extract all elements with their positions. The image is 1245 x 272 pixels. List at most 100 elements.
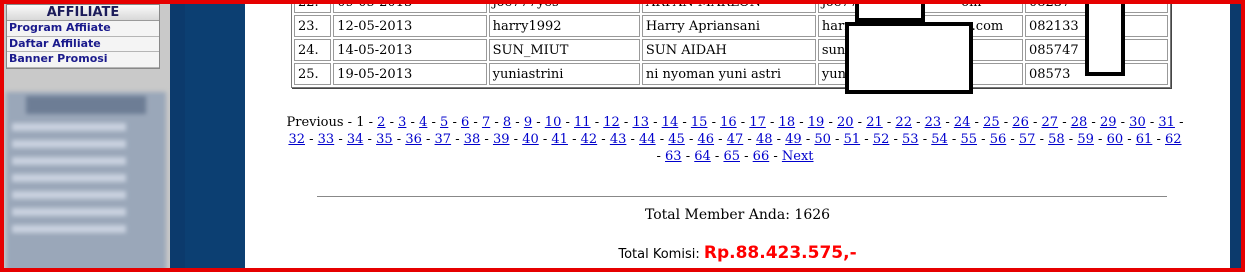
pagination-page-link[interactable]: 34	[347, 132, 364, 147]
pagination-page-link[interactable]: 46	[698, 132, 715, 147]
pagination-page-link[interactable]: 3	[398, 115, 406, 130]
pagination-page-link[interactable]: 42	[581, 132, 598, 147]
pagination-page-link[interactable]: 60	[1107, 132, 1124, 147]
sidebar-item-banner-promosi[interactable]: Banner Promosi	[7, 52, 159, 68]
pagination-page-link[interactable]: 28	[1071, 115, 1088, 130]
pagination-page-link[interactable]: 39	[493, 132, 510, 147]
pagination-page-link[interactable]: 61	[1136, 132, 1153, 147]
cell-username: yuniastrini	[488, 63, 640, 85]
cell-row-number: 24.	[294, 39, 332, 61]
pagination-page-link[interactable]: 54	[931, 132, 948, 147]
cell-join-date: 09-05-2013	[333, 0, 487, 13]
pagination-page-link[interactable]: 25	[983, 115, 1000, 130]
table-row: 23.12-05-2013harry1992Harry Apriansaniha…	[294, 15, 1168, 37]
pagination-page-link[interactable]: 48	[756, 132, 773, 147]
pagination-page-link[interactable]: 4	[419, 115, 427, 130]
pagination-page-link[interactable]: 11	[574, 115, 591, 130]
redaction-box	[1085, 0, 1125, 76]
pagination-page-link[interactable]: 36	[405, 132, 422, 147]
pagination-page-link[interactable]: 5	[440, 115, 448, 130]
pagination-page-link[interactable]: 58	[1048, 132, 1065, 147]
table-row: 24.14-05-2013SUN_MIUTSUN AIDAHsun_mi0857…	[294, 39, 1168, 61]
pagination-previous: Previous	[286, 115, 344, 130]
cell-username: joe777yes	[488, 0, 640, 13]
affiliate-menu: AFFILIATE Program Affiiate Daftar Affili…	[6, 4, 160, 69]
pagination-page-link[interactable]: 49	[785, 132, 802, 147]
pagination-page-link[interactable]: 56	[990, 132, 1007, 147]
pagination-page-link[interactable]: 51	[844, 132, 861, 147]
pagination-page-link[interactable]: 31	[1158, 115, 1175, 130]
total-komisi: Total Komisi: Rp.88.423.575,-	[245, 243, 1230, 263]
pagination-page-link[interactable]: 57	[1019, 132, 1036, 147]
cell-row-number: 25.	[294, 63, 332, 85]
pagination-page-link[interactable]: 12	[603, 115, 620, 130]
cell-full-name: Harry Apriansani	[641, 15, 816, 37]
pagination-page-link[interactable]: 17	[749, 115, 766, 130]
pagination-page-link[interactable]: 50	[814, 132, 831, 147]
right-border-band	[1230, 0, 1241, 272]
pagination-page-link[interactable]: 16	[720, 115, 737, 130]
pagination-page-link[interactable]: 62	[1165, 132, 1182, 147]
pagination-page-link[interactable]: 55	[960, 132, 977, 147]
pagination-page-link[interactable]: 15	[691, 115, 708, 130]
total-komisi-label: Total Komisi:	[618, 247, 700, 262]
pagination-page-link[interactable]: 59	[1077, 132, 1094, 147]
pagination-page-link[interactable]: 63	[665, 149, 682, 164]
pagination-page-link[interactable]: 38	[464, 132, 481, 147]
pagination-page-link[interactable]: 40	[522, 132, 539, 147]
pagination-page-link[interactable]: 65	[723, 149, 740, 164]
pagination-page-link[interactable]: 47	[727, 132, 744, 147]
pagination-page-link[interactable]: 52	[873, 132, 890, 147]
pagination-page-link[interactable]: 66	[753, 149, 770, 164]
pagination-page-link[interactable]: 13	[632, 115, 649, 130]
pagination-page-link[interactable]: 21	[866, 115, 883, 130]
pagination-page-link[interactable]: 29	[1100, 115, 1117, 130]
pagination-page-link[interactable]: 64	[694, 149, 711, 164]
nav-column	[185, 0, 245, 272]
pagination-page-link[interactable]: 8	[503, 115, 511, 130]
pagination-page-link[interactable]: 10	[545, 115, 562, 130]
pagination-next-link[interactable]: Next	[782, 149, 814, 164]
pagination-page-link[interactable]: 23	[925, 115, 942, 130]
pagination-page-link[interactable]: 7	[482, 115, 490, 130]
sidebar-item-program-affiliate[interactable]: Program Affiiate	[7, 21, 159, 37]
table-row: 22. 09-05-2013 joe777yes ARFAN MARLON joe777…	[294, 0, 1168, 13]
pagination-page-link[interactable]: 35	[376, 132, 393, 147]
pagination-page-link[interactable]: 44	[639, 132, 656, 147]
pagination-page-link[interactable]: 41	[551, 132, 568, 147]
members-table: 22. 09-05-2013 joe777yes ARFAN MARLON joe777…	[291, 0, 1171, 88]
pagination-page-link[interactable]: 19	[808, 115, 825, 130]
cell-row-number: 22.	[294, 0, 332, 13]
total-komisi-amount: Rp.88.423.575,-	[703, 243, 857, 263]
pagination-page-link[interactable]: 37	[435, 132, 452, 147]
pagination-page-link[interactable]: 14	[662, 115, 679, 130]
pagination-page-link[interactable]: 45	[668, 132, 685, 147]
divider	[317, 196, 1167, 197]
sidebar-item-daftar-affiliate[interactable]: Daftar Affiliate	[7, 36, 159, 53]
pagination-page-link[interactable]: 9	[524, 115, 532, 130]
sidebar-divider	[170, 0, 185, 272]
redaction-box	[855, 0, 925, 22]
table-row: 25. 19-05-2013 yuniastrini ni nyoman yuni a…	[294, 63, 1168, 85]
pagination-page-link[interactable]: 53	[902, 132, 919, 147]
pagination-current-page: 1	[356, 115, 365, 130]
cell-join-date: 14-05-2013	[333, 39, 487, 61]
pagination-page-link[interactable]: 20	[837, 115, 854, 130]
cell-join-date: 19-05-2013	[333, 63, 487, 85]
pagination-page-link[interactable]: 2	[377, 115, 385, 130]
pagination-page-link[interactable]: 24	[954, 115, 971, 130]
pagination-page-link[interactable]: 18	[779, 115, 796, 130]
pagination-page-link[interactable]: 22	[895, 115, 912, 130]
sidebar: AFFILIATE Program Affiiate Daftar Affili…	[4, 0, 170, 272]
pagination-page-link[interactable]: 30	[1129, 115, 1146, 130]
cell-username: SUN_MIUT	[488, 39, 640, 61]
pagination-page-link[interactable]: 26	[1012, 115, 1029, 130]
pagination-page-link[interactable]: 33	[318, 132, 335, 147]
pagination-page-link[interactable]: 27	[1042, 115, 1059, 130]
pagination-page-link[interactable]: 43	[610, 132, 627, 147]
pagination-page-link[interactable]: 6	[461, 115, 469, 130]
main-content: 22. 09-05-2013 joe777yes ARFAN MARLON joe777…	[245, 0, 1230, 272]
pagination-page-link[interactable]: 32	[288, 132, 305, 147]
blurred-menu-panel	[6, 92, 166, 272]
total-member-text: Total Member Anda: 1626	[644, 207, 831, 223]
